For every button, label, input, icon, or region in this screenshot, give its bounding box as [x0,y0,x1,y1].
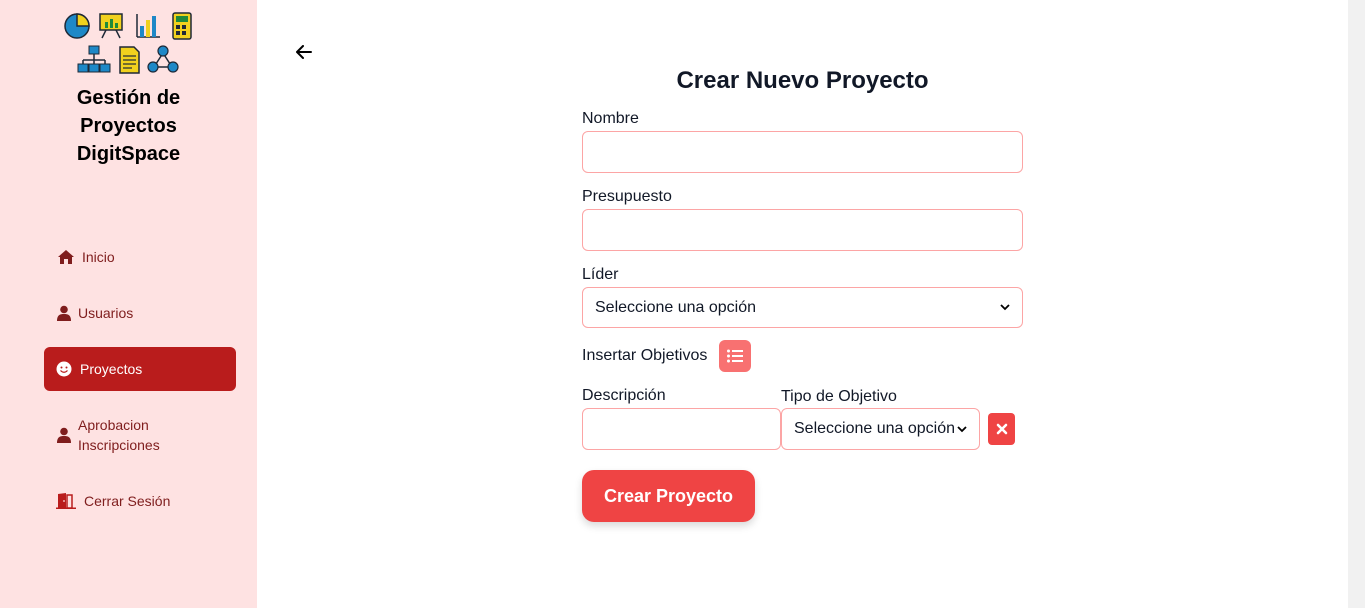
tipo-objetivo-label: Tipo de Objetivo [781,388,897,405]
arrow-left-icon [296,45,312,59]
user-icon [54,425,74,445]
brand-title: Gestión de Proyectos DigitSpace [0,84,257,168]
sidebar-item-label: Inicio [82,249,115,265]
sidebar-item-label: Usuarios [78,305,134,321]
tipo-selected-value: Seleccione una opción [794,420,956,437]
door-icon [56,491,76,511]
descripcion-label: Descripción [582,387,666,404]
sidebar-item-label: Proyectos [80,361,143,377]
user-icon [54,303,74,323]
back-button[interactable] [292,40,316,64]
lider-selected-value: Seleccione una opción [595,298,757,316]
tipo-objetivo-select[interactable]: Seleccione una opción [781,408,980,450]
label-line: Inscripciones [78,437,160,453]
lider-select[interactable]: Seleccione una opción [582,287,1023,328]
crear-proyecto-button[interactable]: Crear Proyecto [582,470,755,522]
sidebar-item-label: Aprobacion Inscripciones [78,415,160,455]
chevron-down-icon [1000,304,1010,311]
lider-label: Líder [582,266,619,283]
scrollbar[interactable] [1348,0,1365,608]
sidebar-item-label: Cerrar Sesión [84,493,171,509]
brand-line: Proyectos [80,115,177,137]
sidebar-item-proyectos[interactable]: Proyectos [44,347,236,391]
home-icon [56,247,76,267]
brand-line: Gestión de [76,87,181,109]
sidebar: Gestión de Proyectos DigitSpace Inicio U… [0,0,257,608]
list-icon [727,349,743,363]
brand-line: DigitSpace [76,143,181,165]
sidebar-item-cerrar-sesion[interactable]: Cerrar Sesión [44,491,236,511]
descripcion-input[interactable] [582,408,781,450]
nombre-label: Nombre [582,110,639,127]
presupuesto-label: Presupuesto [582,188,672,205]
sidebar-item-inicio[interactable]: Inicio [44,247,236,267]
presupuesto-input[interactable] [582,209,1023,251]
chevron-down-icon [957,425,967,432]
add-objetivo-button[interactable] [719,340,751,372]
nombre-input[interactable] [582,131,1023,173]
sidebar-item-usuarios[interactable]: Usuarios [44,303,236,323]
objetivos-label: Insertar Objetivos [582,347,708,364]
close-icon [996,423,1007,435]
smile-icon [54,359,74,379]
logo [64,12,192,74]
sidebar-item-aprobacion-inscripciones[interactable]: Aprobacion Inscripciones [44,415,236,455]
label-line: Aprobacion [78,417,149,433]
remove-objetivo-button[interactable] [988,413,1015,445]
page-title: Crear Nuevo Proyecto [676,67,929,94]
